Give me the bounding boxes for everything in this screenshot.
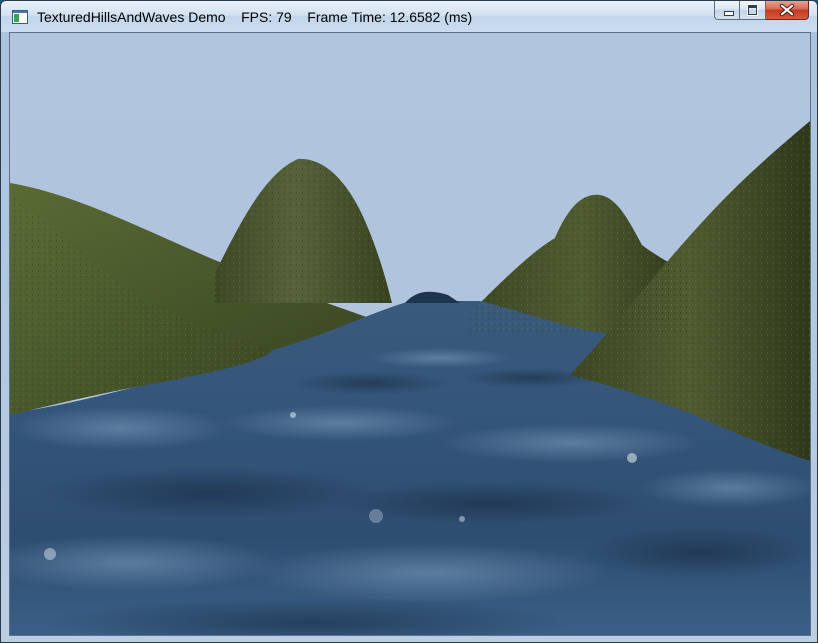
app-title: TexturedHillsAndWaves Demo bbox=[37, 9, 226, 25]
title-bar[interactable]: TexturedHillsAndWaves Demo FPS: 79 Frame… bbox=[1, 1, 817, 32]
app-window: TexturedHillsAndWaves Demo FPS: 79 Frame… bbox=[0, 0, 818, 643]
render-viewport[interactable] bbox=[9, 32, 811, 636]
fps-readout: FPS: 79 bbox=[241, 9, 292, 25]
close-button[interactable] bbox=[766, 1, 809, 20]
frame-time-readout: Frame Time: 12.6582 (ms) bbox=[307, 9, 473, 25]
window-title: TexturedHillsAndWaves Demo FPS: 79 Frame… bbox=[37, 9, 472, 25]
minimize-button[interactable] bbox=[714, 1, 740, 20]
maximize-icon bbox=[747, 4, 758, 16]
caption-buttons bbox=[714, 1, 809, 22]
app-window-icon[interactable] bbox=[12, 10, 28, 24]
maximize-button[interactable] bbox=[740, 1, 766, 20]
scene-render bbox=[10, 33, 810, 635]
minimize-icon bbox=[724, 11, 734, 16]
close-icon bbox=[779, 3, 795, 17]
